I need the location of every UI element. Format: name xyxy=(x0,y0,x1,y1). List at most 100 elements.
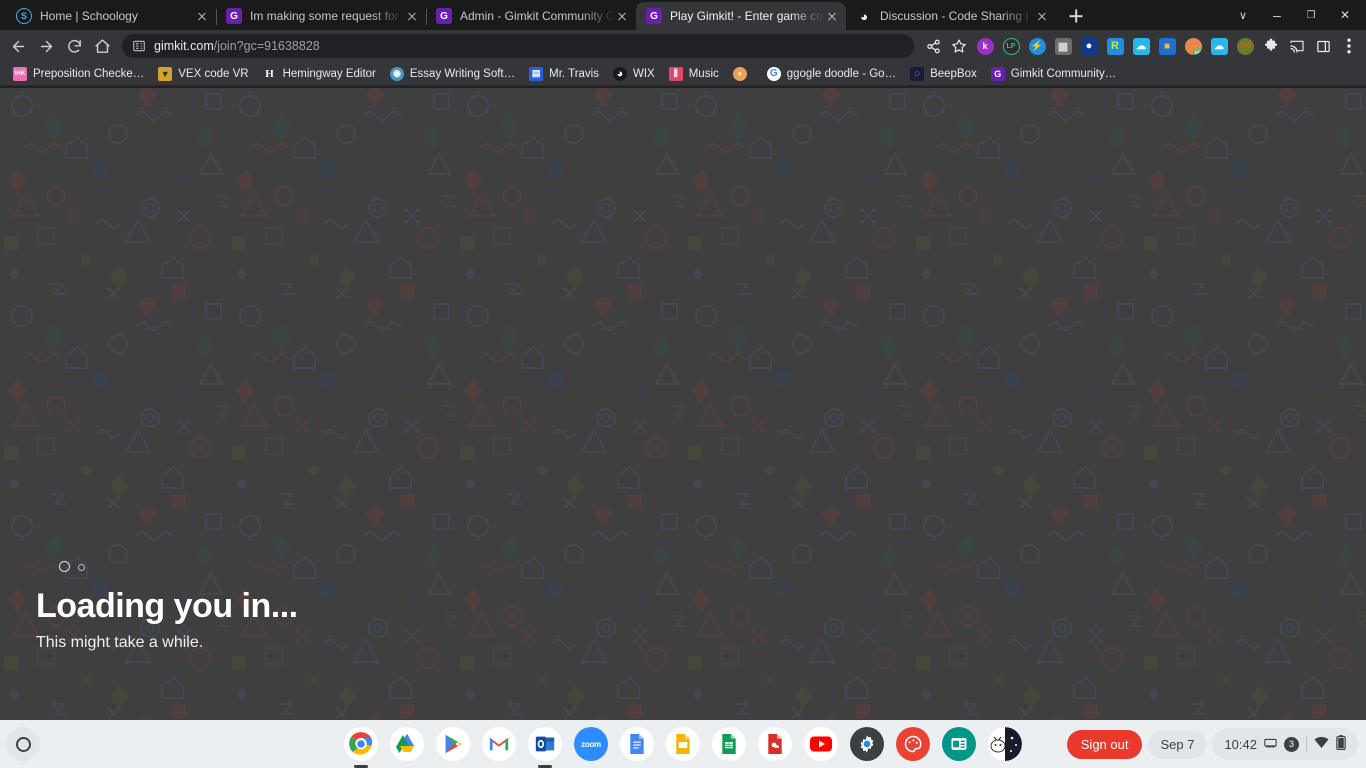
loading-title: Loading you in... xyxy=(36,587,298,626)
onenote-glyph: ● xyxy=(1080,37,1098,55)
bookmark-music[interactable]: ⫼ Music xyxy=(662,63,726,85)
battery-icon[interactable] xyxy=(1336,735,1346,753)
bookmark-preposition-checker[interactable]: IHK Preposition Checke… xyxy=(6,63,151,85)
bolt-glyph: ⚡ xyxy=(1028,37,1046,55)
browser-tab-5[interactable]: ◕ Discussion - Code Sharing | Gim xyxy=(846,2,1056,30)
three-dot-menu-icon[interactable] xyxy=(1336,33,1362,59)
ck-extension-icon[interactable]: CK xyxy=(1232,33,1258,59)
forward-arrow-icon[interactable] xyxy=(32,32,60,60)
tab-close-icon[interactable] xyxy=(404,8,420,24)
reload-icon[interactable] xyxy=(60,32,88,60)
discourse-icon: ◕ xyxy=(856,8,872,24)
shelf-app-google-sheets[interactable] xyxy=(712,727,746,761)
shelf-system-tray[interactable]: 10:42 3 xyxy=(1212,728,1358,760)
browser-tab-1[interactable]: S Home | Schoology xyxy=(6,2,217,30)
time-label: 10:42 xyxy=(1224,736,1257,752)
browser-tab-3[interactable]: G Admin - Gimkit Community Cent xyxy=(426,2,637,30)
browser-tab-4-active[interactable]: G Play Gimkit! - Enter game code h xyxy=(636,2,846,30)
side-panel-icon[interactable] xyxy=(1310,33,1336,59)
status-divider xyxy=(1306,736,1307,752)
tab-strip: S Home | Schoology G Im making some requ… xyxy=(0,0,1366,30)
minimize-icon[interactable]: – xyxy=(1260,0,1294,30)
new-tab-button[interactable] xyxy=(1062,2,1090,30)
zoom-label: zoom xyxy=(581,739,601,749)
shelf-app-outlook[interactable] xyxy=(528,727,562,761)
home-icon[interactable] xyxy=(88,32,116,60)
shelf-date[interactable]: Sep 7 xyxy=(1148,729,1207,759)
bookmark-beepbox[interactable]: ○ BeepBox xyxy=(903,63,984,85)
screencast-icon[interactable] xyxy=(1264,737,1277,752)
grayscale-glyph: ▦ xyxy=(1054,37,1072,55)
bookmark-google-doodle[interactable]: G ggogle doodle - Go… xyxy=(760,63,903,85)
cast-icon[interactable] xyxy=(1284,33,1310,59)
notification-badge[interactable]: 3 xyxy=(1284,736,1299,752)
clipper-glyph: on xyxy=(1184,37,1202,55)
bookmark-essay-writing-software[interactable]: ◉ Essay Writing Soft… xyxy=(383,63,522,85)
shelf-app-cat[interactable] xyxy=(988,727,1022,761)
shelf-app-google-docs[interactable] xyxy=(620,727,654,761)
shelf-app-play-store[interactable] xyxy=(436,727,470,761)
gimkit-icon: G xyxy=(436,8,452,24)
close-icon[interactable]: ✕ xyxy=(1328,0,1362,30)
grayscale-extension-icon[interactable]: ▦ xyxy=(1050,33,1076,59)
tab-title: Home | Schoology xyxy=(40,9,138,23)
launcher-button[interactable] xyxy=(6,727,40,761)
share-icon[interactable] xyxy=(920,33,946,59)
url-domain: gimkit.com xyxy=(154,39,214,53)
sign-out-button[interactable]: Sign out xyxy=(1066,729,1143,759)
shelf-app-chrome[interactable] xyxy=(344,727,378,761)
shelf-app-youtube[interactable] xyxy=(804,727,838,761)
bookmark-label: VEX code VR xyxy=(178,67,249,80)
kami-extension-icon[interactable]: k xyxy=(972,33,998,59)
shelf-app-art[interactable] xyxy=(896,727,930,761)
wifi-icon[interactable] xyxy=(1314,736,1329,752)
shelf-status-area: Sign out Sep 7 10:42 3 xyxy=(1066,728,1366,760)
back-arrow-icon[interactable] xyxy=(4,32,32,60)
shelf-app-pdf-editor[interactable] xyxy=(758,727,792,761)
maximize-icon[interactable]: ❐ xyxy=(1294,0,1328,30)
onenote-extension-icon[interactable]: ● xyxy=(1076,33,1102,59)
tab-close-icon[interactable] xyxy=(1034,8,1050,24)
tab-search-chevron-down-icon[interactable]: ∨ xyxy=(1226,0,1260,30)
bookmark-label: WIX xyxy=(632,67,655,80)
bookmark-mr-travis[interactable]: ▤ Mr. Travis xyxy=(522,63,606,85)
wix-icon: ◕ xyxy=(612,66,627,81)
cloud2-extension-icon[interactable]: ☁ xyxy=(1206,33,1232,59)
bookmark-hemingway-editor[interactable]: H Hemingway Editor xyxy=(256,63,383,85)
browser-tab-2[interactable]: G Im making some request for peo xyxy=(216,2,427,30)
puzzle-extension-icon[interactable] xyxy=(1258,33,1284,59)
bookmark-wix[interactable]: ◕ WIX xyxy=(606,63,662,85)
peach-icon: ● xyxy=(732,66,747,81)
bookmark-gimkit-community[interactable]: G Gimkit Community… xyxy=(984,63,1123,85)
bookmark-vexcode-vr[interactable]: ▼ VEX code VR xyxy=(151,63,255,85)
tab-close-icon[interactable] xyxy=(824,8,840,24)
ck-glyph: CK xyxy=(1236,37,1254,55)
bookmark-label: Preposition Checke… xyxy=(33,67,145,80)
tab-title: Admin - Gimkit Community Cent xyxy=(460,9,614,23)
bolt-extension-icon[interactable]: ⚡ xyxy=(1024,33,1050,59)
read-write-extension-icon[interactable]: R xyxy=(1102,33,1128,59)
securly-extension-icon[interactable]: ■ xyxy=(1154,33,1180,59)
page-info-icon[interactable] xyxy=(132,39,146,53)
cloud-extension-icon[interactable]: ☁ xyxy=(1128,33,1154,59)
shelf-app-google-slides[interactable] xyxy=(666,727,700,761)
read-write-glyph: R xyxy=(1106,37,1124,55)
shelf-app-settings[interactable] xyxy=(850,727,884,761)
bookmark-peach[interactable]: ● xyxy=(726,63,760,85)
gimkit-icon: G xyxy=(646,8,662,24)
shelf-app-google-drive[interactable] xyxy=(390,727,424,761)
tab-close-icon[interactable] xyxy=(614,8,630,24)
url-path: /join?gc=91638828 xyxy=(213,39,320,53)
onenote-web-clipper-extension-icon[interactable]: on xyxy=(1180,33,1206,59)
lp-extension-icon[interactable]: LP xyxy=(998,33,1024,59)
address-bar[interactable]: gimkit.com/join?gc=91638828 xyxy=(122,34,914,58)
star-icon[interactable] xyxy=(946,33,972,59)
bookmark-label: Mr. Travis xyxy=(549,67,599,80)
tab-close-icon[interactable] xyxy=(194,8,210,24)
shelf-app-gmail[interactable] xyxy=(482,727,516,761)
shelf-app-zoom[interactable]: zoom xyxy=(574,727,608,761)
lp-glyph: LP xyxy=(1002,37,1020,55)
shelf-app-news[interactable] xyxy=(942,727,976,761)
globe-icon: ◉ xyxy=(389,66,404,81)
kami-glyph: k xyxy=(976,37,994,55)
